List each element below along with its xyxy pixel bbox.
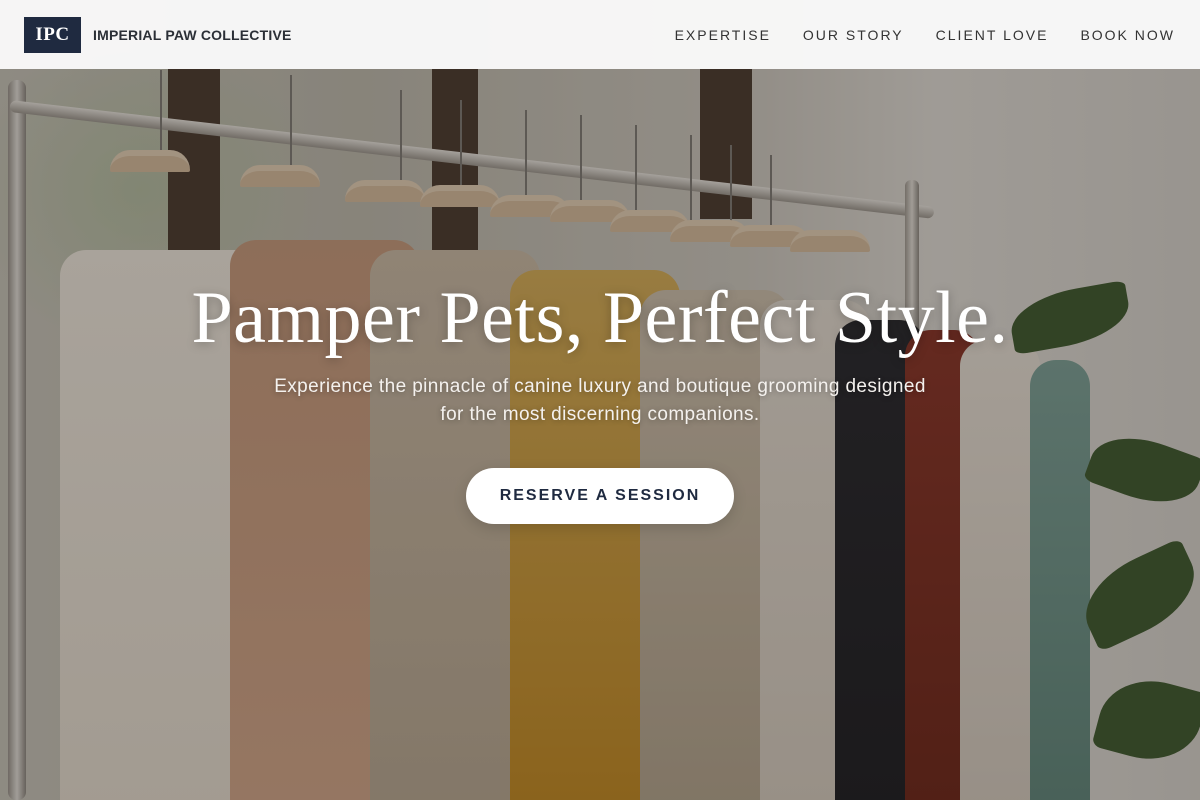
hero-subheadline: Experience the pinnacle of canine luxury… bbox=[274, 376, 926, 425]
brand-name[interactable]: IMPERIAL PAW COLLECTIVE bbox=[93, 27, 292, 43]
hero-headline: Pamper Pets, Perfect Style. bbox=[191, 277, 1009, 359]
top-navigation-bar: IPC IMPERIAL PAW COLLECTIVE EXPERTISE OU… bbox=[0, 0, 1200, 69]
reserve-session-button[interactable]: RESERVE A SESSION bbox=[466, 468, 734, 524]
nav-link-client-love[interactable]: CLIENT LOVE bbox=[936, 27, 1049, 43]
nav-link-expertise[interactable]: EXPERTISE bbox=[675, 27, 771, 43]
nav-link-our-story[interactable]: OUR STORY bbox=[803, 27, 904, 43]
brand-lockup[interactable]: IPC IMPERIAL PAW COLLECTIVE bbox=[24, 16, 292, 53]
brand-logo-mark[interactable]: IPC bbox=[24, 16, 81, 53]
nav-links: EXPERTISE OUR STORY CLIENT LOVE BOOK NOW bbox=[675, 27, 1175, 43]
nav-link-book-now[interactable]: BOOK NOW bbox=[1080, 27, 1175, 43]
